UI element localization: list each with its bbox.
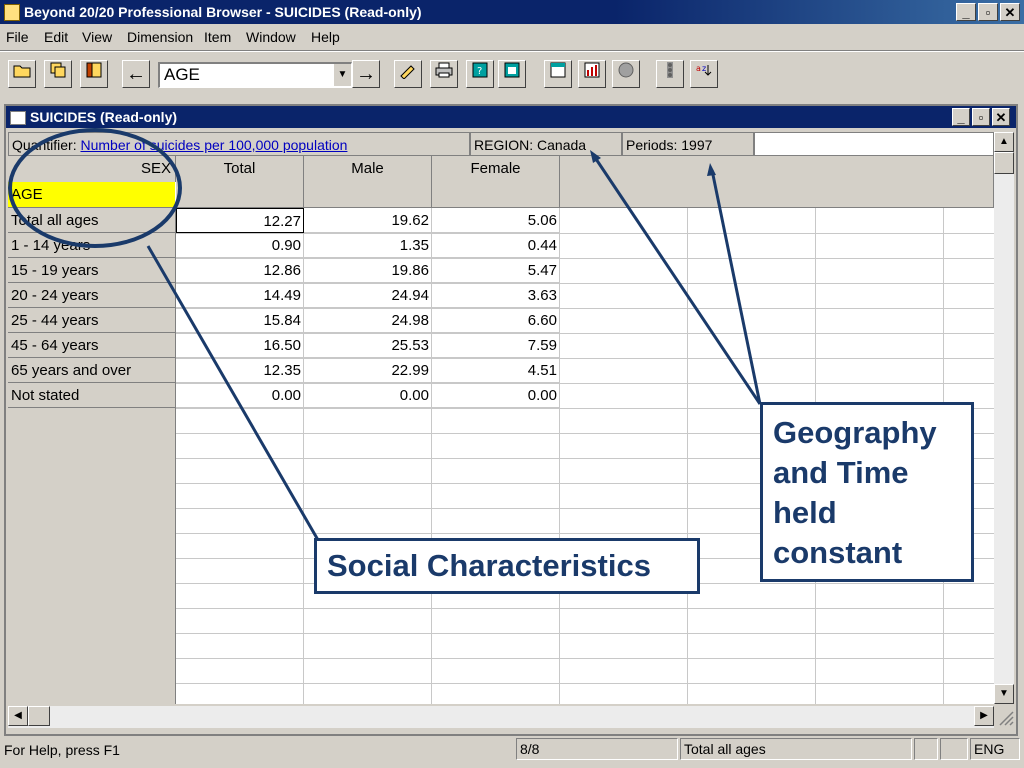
social-characteristics-callout: Social Characteristics: [314, 538, 700, 594]
region-arrowhead: [590, 150, 601, 163]
highlight-ellipse: [8, 128, 182, 248]
social-leader-line: [146, 245, 320, 541]
period-arrowhead: [707, 163, 716, 176]
annotation-overlay: [8, 128, 762, 541]
geography-time-callout: Geography and Time held constant: [760, 402, 974, 582]
